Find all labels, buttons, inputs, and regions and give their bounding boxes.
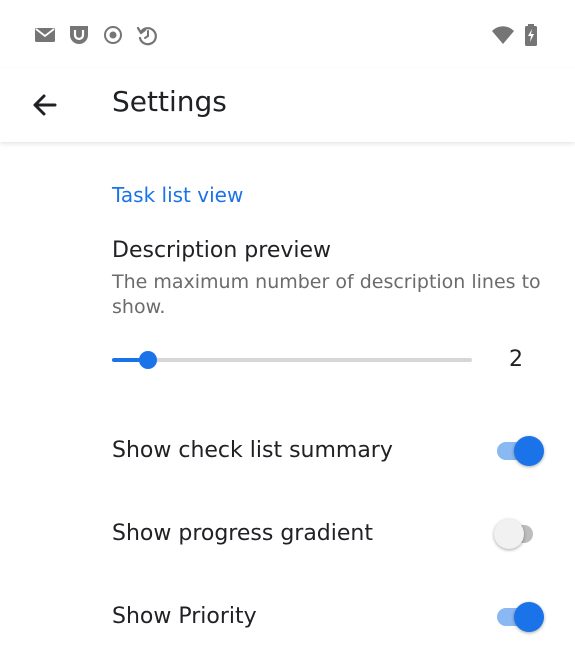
show-check-list-summary-label: Show check list summary [112,438,393,463]
sync-history-icon [136,26,157,46]
show-progress-gradient-label: Show progress gradient [112,521,373,546]
arrow-back-icon [33,94,57,116]
section-header-task-list-view: Task list view [112,183,244,207]
settings-list[interactable]: Task list view Description preview The m… [0,142,575,670]
switch-thumb [494,519,524,549]
description-preview-title: Description preview [112,238,332,263]
page-title: Settings [112,85,227,118]
description-preview-summary: The maximum number of description lines … [112,271,541,318]
app-bar: Settings [0,68,575,142]
battery-charging-icon [525,24,537,46]
shield-app-icon [70,26,88,44]
description-lines-slider[interactable] [112,346,472,374]
status-bar [0,0,575,68]
slider-value: 2 [509,347,523,372]
show-progress-gradient-switch[interactable] [494,516,546,552]
wifi-icon [492,26,514,44]
show-priority-label: Show Priority [112,604,257,629]
switch-thumb [514,602,544,632]
mail-icon [35,28,55,42]
record-icon [104,26,122,44]
switch-thumb [514,436,544,466]
slider-track [112,358,472,362]
show-priority-switch[interactable] [494,599,546,635]
slider-thumb[interactable] [139,351,157,369]
show-check-list-summary-switch[interactable] [494,433,546,469]
back-button[interactable] [26,86,64,124]
